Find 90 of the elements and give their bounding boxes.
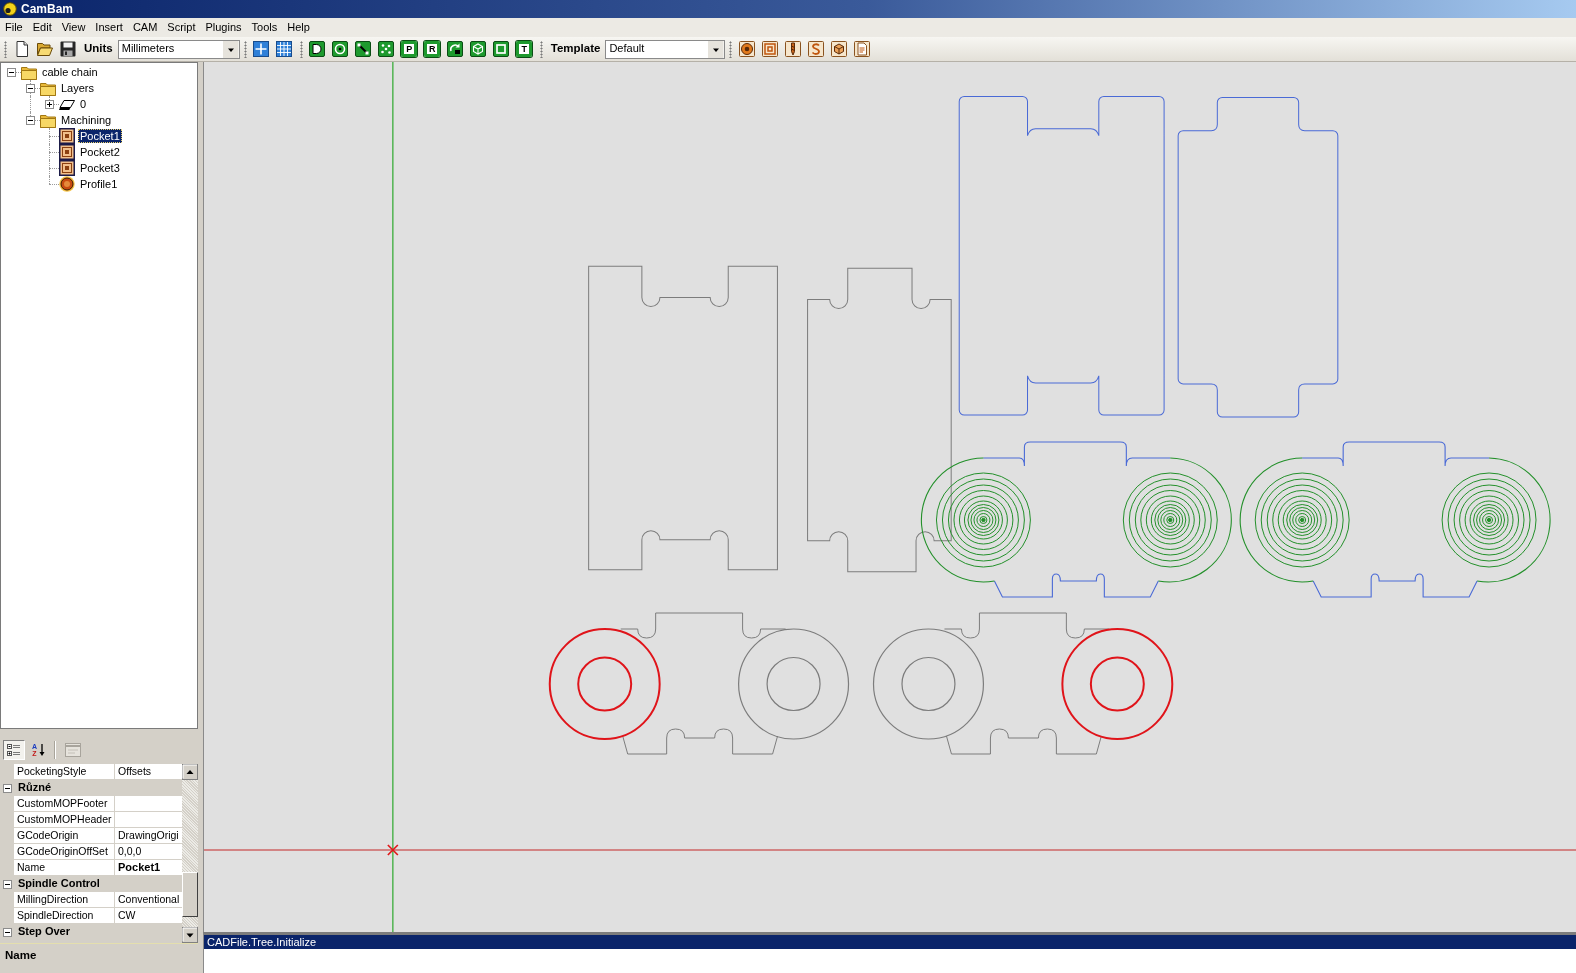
crosshair-icon[interactable]	[253, 41, 270, 57]
document-icon[interactable]	[853, 41, 870, 57]
plus-box-icon[interactable]	[45, 100, 54, 109]
tree-item[interactable]: Layers	[59, 81, 97, 95]
menu-item[interactable]: Help	[282, 20, 315, 35]
scrollbar-thumb[interactable]	[182, 872, 198, 917]
concentric-squares-icon[interactable]	[761, 41, 778, 57]
window-title: CamBam	[21, 1, 74, 17]
drill-bit-icon[interactable]	[784, 41, 801, 57]
draw-tool-button[interactable]: T	[516, 41, 533, 57]
app-icon	[3, 2, 17, 16]
menu-item[interactable]: Plugins	[200, 20, 247, 35]
minus-box-icon[interactable]	[3, 927, 12, 937]
menu-item[interactable]: Edit	[27, 20, 57, 35]
toolbar-grip[interactable]	[539, 40, 543, 58]
draw-tool-button[interactable]: P	[401, 41, 418, 57]
template-label: Template	[550, 42, 601, 56]
circle-icon[interactable]	[332, 41, 349, 57]
units-dropdown[interactable]: Millimeters	[117, 39, 240, 59]
tree-item[interactable]: Pocket2	[78, 145, 122, 159]
property-value-field[interactable]: Conventional	[115, 892, 182, 907]
dots-icon[interactable]	[378, 41, 395, 57]
ring-icon	[59, 176, 75, 192]
down-arrow-icon	[38, 742, 45, 757]
concentric-squares-icon	[59, 160, 75, 176]
property-name: CustomMOPFooter	[14, 796, 114, 811]
template-dropdown[interactable]: Default	[605, 39, 726, 59]
units-label: Units	[84, 42, 113, 56]
tree-item[interactable]: Machining	[59, 113, 114, 127]
scrollbar[interactable]	[182, 764, 198, 943]
window-icon	[65, 742, 81, 757]
menu-item[interactable]: Tools	[246, 20, 283, 35]
property-value-field[interactable]: DrawingOrigi	[115, 828, 182, 843]
property-name: Name	[14, 860, 114, 875]
minus-box-icon[interactable]	[3, 783, 12, 793]
toolbar-grip[interactable]	[299, 40, 303, 58]
menu-item[interactable]: File	[0, 20, 28, 35]
open-folder-icon[interactable]	[36, 41, 53, 57]
concentric-squares-icon	[59, 128, 75, 144]
concentric-squares-icon	[59, 144, 75, 160]
square-icon[interactable]	[493, 41, 510, 57]
ring-icon[interactable]	[738, 41, 755, 57]
property-name: GCodeOrigin	[14, 828, 114, 843]
tree-item[interactable]: Pocket1	[78, 129, 122, 143]
tree-item[interactable]: cable chain	[40, 65, 100, 79]
property-value-field[interactable]: Offsets	[115, 764, 182, 779]
line-icon[interactable]	[355, 41, 372, 57]
tree-item[interactable]: 0	[78, 97, 89, 111]
s-curve-icon[interactable]	[807, 41, 824, 57]
property-value-field[interactable]	[115, 796, 182, 811]
property-value-field[interactable]: CW	[115, 908, 182, 923]
draw-tool-button[interactable]: R	[424, 41, 441, 57]
cube-icon[interactable]	[830, 41, 847, 57]
category-label: Step Over	[17, 925, 70, 939]
description-title: Name	[5, 949, 38, 963]
categorized-view-button[interactable]	[3, 739, 25, 760]
property-value-field[interactable]: Pocket1	[115, 860, 182, 875]
menu-item[interactable]: CAM	[127, 20, 163, 35]
toolbar-grip[interactable]	[4, 40, 7, 58]
minus-box-icon[interactable]	[26, 116, 35, 125]
category-label: Různé	[17, 781, 51, 795]
tree-item[interactable]: Profile1	[78, 177, 120, 191]
grid-icon[interactable]	[276, 41, 293, 57]
property-name: CustomMOPHeader	[14, 812, 114, 827]
folder-icon	[40, 80, 56, 96]
menu-item[interactable]: View	[56, 20, 91, 35]
down-arrow-icon[interactable]	[182, 927, 198, 943]
list-icon	[6, 741, 22, 758]
origin-marker-icon	[387, 844, 399, 856]
minus-box-icon[interactable]	[7, 68, 16, 77]
folder-icon	[21, 64, 37, 80]
save-icon[interactable]	[59, 41, 76, 57]
cube-icon[interactable]	[470, 41, 487, 57]
minus-box-icon[interactable]	[26, 84, 35, 93]
minus-box-icon[interactable]	[3, 879, 12, 889]
property-value-field[interactable]: 0,0,0	[115, 844, 182, 859]
property-name: SpindleDirection	[14, 908, 114, 923]
menu-item[interactable]: Insert	[90, 20, 128, 35]
tree-item[interactable]: Pocket3	[78, 161, 122, 175]
property-name: GCodeOriginOffSet	[14, 844, 114, 859]
folder-icon	[40, 112, 56, 128]
property-value-field[interactable]	[115, 812, 182, 827]
menu-item[interactable]: Script	[162, 20, 201, 35]
toolbar-grip[interactable]	[729, 40, 733, 58]
up-arrow-icon[interactable]	[182, 764, 198, 780]
new-file-icon[interactable]	[13, 41, 30, 57]
property-name: MillingDirection	[14, 892, 114, 907]
property-name: PocketingStyle	[14, 764, 114, 779]
category-label: Spindle Control	[17, 877, 100, 891]
toolbar-grip[interactable]	[243, 40, 247, 58]
